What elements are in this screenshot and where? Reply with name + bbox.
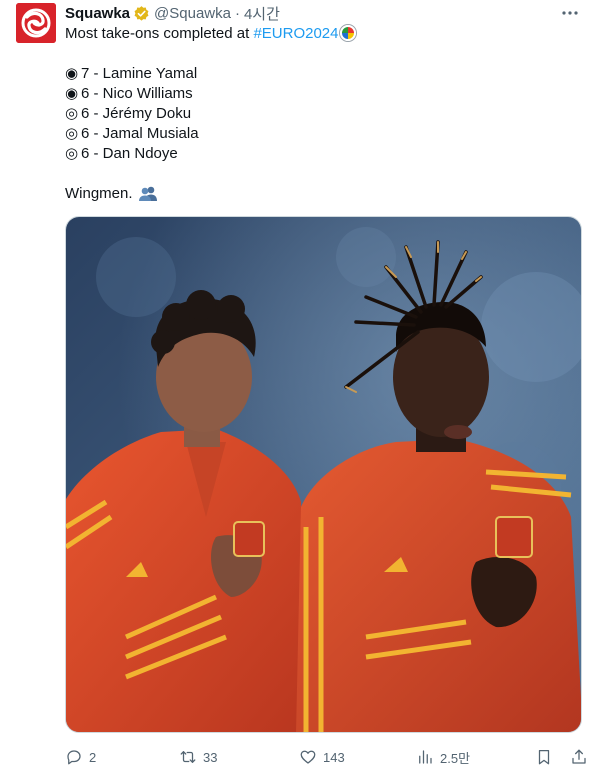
reply-button[interactable]: 2 [65,745,96,769]
tweet-closing-line: Wingmen. [65,184,585,204]
ranking-item: ◎ 6 - Jérémy Doku [65,104,585,124]
ring-circle-icon: ◎ [65,125,79,142]
retweet-button[interactable]: 33 [179,745,217,769]
ring-circle-icon: ◎ [65,105,79,122]
tweet-intro: Most take-ons completed at [65,25,254,42]
tweet-card[interactable]: Squawka @Squawka · 4시간 Most take-ons com… [0,0,598,778]
ranking-text: 6 - Nico Williams [81,85,193,102]
like-button[interactable]: 143 [299,745,345,769]
like-count: 143 [323,749,345,765]
ranking-item: ◉ 6 - Nico Williams [65,84,585,104]
bookmark-icon [538,749,550,765]
verified-badge-icon [134,5,149,21]
ranking-item: ◉ 7 - Lamine Yamal [65,64,585,84]
bookmark-button[interactable] [535,745,559,769]
share-button[interactable] [570,745,594,769]
ranking-item: ◎ 6 - Jamal Musiala [65,124,585,144]
display-name[interactable]: Squawka [65,5,130,22]
share-icon [572,749,586,764]
people-silhouette-emoji-icon [138,186,157,201]
action-bar: 2 33 143 2.5만 [65,745,586,769]
ranking-item: ◎ 6 - Dan Ndoye [65,144,585,164]
retweet-count: 33 [203,749,218,765]
handle[interactable]: @Squawka [154,5,231,22]
ranking-text: 6 - Jamal Musiala [81,125,199,142]
avatar[interactable] [16,3,56,43]
euro-ball-emoji-icon [339,25,356,41]
tweet-text: Most take-ons completed at #EURO2024 ◉ 7 … [65,24,585,204]
views-button[interactable]: 2.5만 [416,745,470,769]
squawka-logo-icon [16,3,56,43]
ranking-text: 6 - Dan Ndoye [81,145,178,162]
gold-circle-icon: ◉ [65,85,79,102]
more-options-icon[interactable] [560,3,580,23]
views-chart-icon [419,750,432,764]
reply-count: 2 [89,749,97,765]
reply-icon [67,750,81,765]
timestamp[interactable]: 4시간 [244,3,280,24]
tweet-header: Squawka @Squawka · 4시간 [65,3,280,23]
tweet-photo[interactable] [65,216,582,733]
ring-circle-icon: ◎ [65,145,79,162]
gold-circle-icon: ◉ [65,65,79,82]
ranking-text: 7 - Lamine Yamal [81,65,198,82]
retweet-icon [180,751,196,763]
tweet-intro-line: Most take-ons completed at #EURO2024 [65,24,585,44]
separator-dot: · [234,4,240,22]
ranking-text: 6 - Jérémy Doku [81,105,192,122]
heart-icon [300,750,316,764]
tweet-closing: Wingmen. [65,185,133,202]
views-count: 2.5만 [440,750,471,766]
players-photo [66,217,581,732]
hashtag-link[interactable]: #EURO2024 [253,25,338,42]
